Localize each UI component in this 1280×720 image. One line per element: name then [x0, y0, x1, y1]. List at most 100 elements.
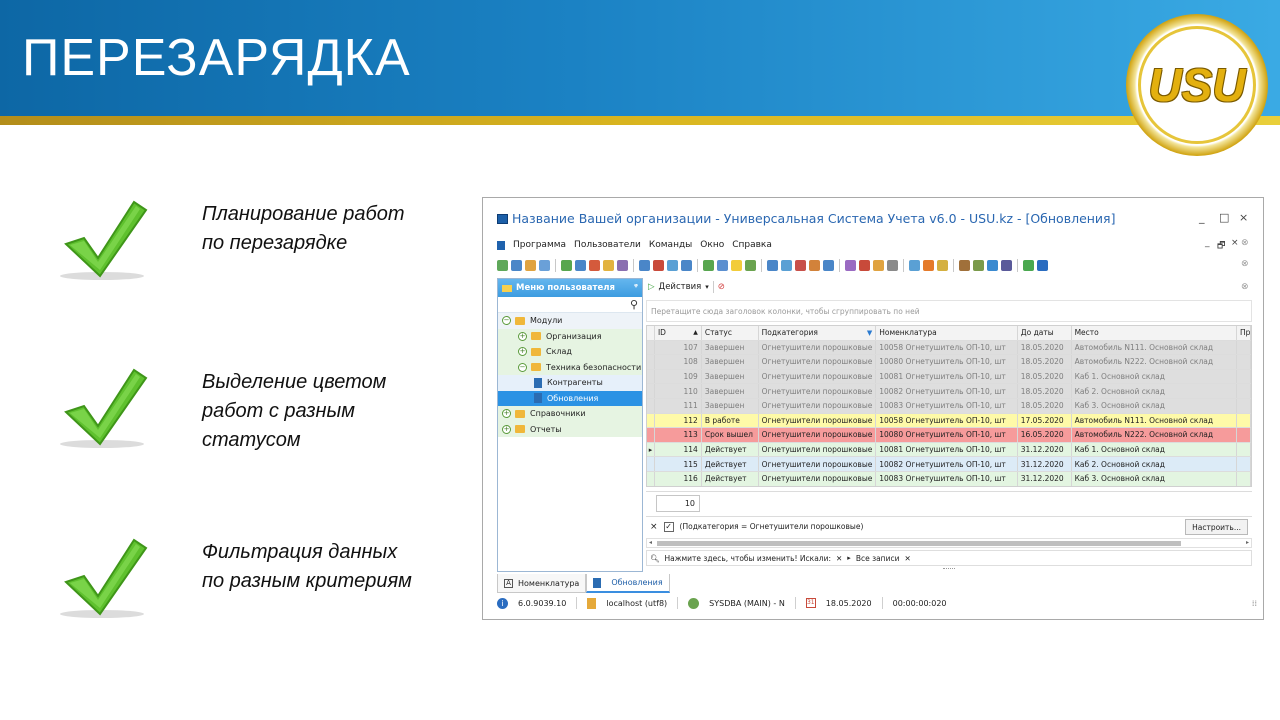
column-header[interactable]: Номенклатура — [876, 326, 1018, 340]
toolbar-button-icon[interactable] — [717, 259, 728, 271]
table-row[interactable]: 109 Завершен Огнетушители порошковые 10081 … — [647, 369, 1251, 385]
toolbar-button-icon[interactable] — [1037, 259, 1048, 271]
toolbar-button-icon[interactable] — [809, 259, 820, 271]
table-cell[interactable]: 10083 Огнетушитель ОП-10, шт — [876, 471, 1018, 486]
toolbar-button-icon[interactable] — [589, 259, 600, 271]
menu-window[interactable]: Окно — [700, 240, 724, 250]
toolbar-button-icon[interactable] — [639, 259, 650, 271]
table-cell[interactable]: Огнетушители порошковые — [759, 457, 877, 471]
table-cell[interactable]: Огнетушители порошковые — [759, 442, 877, 457]
toolbar-button-icon[interactable] — [781, 259, 792, 271]
toolbar-button-icon[interactable] — [795, 259, 806, 271]
column-header[interactable]: Статус — [702, 326, 759, 340]
toolbar-button-icon[interactable] — [731, 259, 742, 271]
menu-program[interactable]: Программа — [513, 240, 566, 250]
toolbar-button-icon[interactable] — [511, 259, 522, 271]
table-cell[interactable]: 18.05.2020 — [1018, 384, 1072, 398]
clear-all-records-icon[interactable]: ✕ — [904, 554, 910, 563]
tree-item[interactable]: + Склад — [498, 344, 642, 360]
column-header[interactable]: До даты — [1018, 326, 1072, 340]
stop-icon[interactable]: ⊘ — [718, 282, 725, 292]
table-cell[interactable] — [1237, 428, 1251, 442]
close-button[interactable]: × — [1239, 211, 1248, 224]
tab-nomenclature[interactable]: A Номенклатура — [497, 574, 587, 593]
all-records-label[interactable]: Все записи — [856, 554, 900, 563]
column-header[interactable]: Место — [1072, 326, 1237, 340]
table-cell[interactable]: 18.05.2020 — [1018, 398, 1072, 413]
toolbar-button-icon[interactable] — [859, 259, 870, 271]
clear-filter-icon[interactable]: × — [650, 522, 658, 532]
table-cell[interactable]: 18.05.2020 — [1018, 340, 1072, 355]
toolbar-button-icon[interactable] — [823, 259, 834, 271]
find-hint[interactable]: Нажмите здесь, чтобы изменить! Искали: — [665, 554, 831, 563]
actions-button[interactable]: Действия — [659, 282, 702, 292]
tree-item[interactable]: + Справочники — [498, 406, 642, 422]
scroll-left-icon[interactable]: ◂ — [649, 539, 652, 546]
expand-toggle-icon[interactable]: − — [518, 362, 527, 372]
table-cell[interactable]: Завершен — [702, 384, 759, 398]
table-cell[interactable]: 107 — [655, 340, 702, 355]
table-cell[interactable]: 31.12.2020 — [1018, 471, 1072, 486]
mdi-extra-close-icon[interactable]: ⊗ — [1241, 238, 1249, 248]
tree-item[interactable]: − Модули — [498, 313, 642, 329]
toolbar-button-icon[interactable] — [681, 259, 692, 271]
toolbar-button-icon[interactable] — [497, 259, 508, 271]
table-cell[interactable] — [1237, 369, 1251, 384]
table-cell[interactable]: Каб 2. Основной склад — [1072, 457, 1237, 471]
filter-enabled-checkbox[interactable]: ✓ — [663, 521, 674, 532]
table-cell[interactable]: 10058 Огнетушитель ОП-10, шт — [876, 413, 1018, 428]
table-cell[interactable]: 113 — [655, 428, 702, 442]
toolbar-button-icon[interactable] — [923, 259, 934, 271]
toolbar-button-icon[interactable] — [525, 259, 536, 271]
table-row[interactable]: 115 Действует Огнетушители порошковые 10082… — [647, 457, 1251, 472]
table-cell[interactable]: Действует — [702, 457, 759, 471]
table-cell[interactable]: Огнетушители порошковые — [759, 398, 877, 413]
chevron-down-icon[interactable]: ▾ — [705, 283, 709, 291]
menu-commands[interactable]: Команды — [649, 240, 692, 250]
table-row[interactable]: 107 Завершен Огнетушители порошковые 10058 … — [647, 340, 1251, 356]
expand-toggle-icon[interactable]: + — [518, 347, 527, 357]
table-cell[interactable] — [1237, 413, 1251, 428]
table-cell[interactable]: 31.12.2020 — [1018, 457, 1072, 471]
tree-item[interactable]: Контрагенты — [498, 375, 642, 391]
table-cell[interactable]: 10082 Огнетушитель ОП-10, шт — [876, 384, 1018, 398]
table-cell[interactable]: 112 — [655, 413, 702, 428]
mdi-close-button[interactable]: × — [1231, 238, 1239, 248]
table-cell[interactable]: Завершен — [702, 369, 759, 384]
minimize-button[interactable]: _ — [1199, 211, 1205, 224]
toolbar-button-icon[interactable] — [653, 259, 664, 271]
table-cell[interactable]: 109 — [655, 369, 702, 384]
toolbar-button-icon[interactable] — [873, 259, 884, 271]
user-menu-search[interactable]: ⚲ — [498, 297, 642, 313]
table-cell[interactable] — [1237, 398, 1251, 413]
toolbar-button-icon[interactable] — [617, 259, 628, 271]
column-header[interactable]: Подкатегория ▼ — [759, 326, 877, 340]
table-cell[interactable]: 108 — [655, 355, 702, 369]
menu-users[interactable]: Пользователи — [574, 240, 641, 250]
tree-item[interactable]: + Организация — [498, 328, 642, 344]
toolbar-button-icon[interactable] — [745, 259, 756, 271]
table-cell[interactable]: 10081 Огнетушитель ОП-10, шт — [876, 442, 1018, 457]
toolbar-button-icon[interactable] — [1001, 259, 1012, 271]
toolbar-button-icon[interactable] — [937, 259, 948, 271]
table-row[interactable]: 110 Завершен Огнетушители порошковые 10082 … — [647, 384, 1251, 399]
table-cell[interactable] — [1237, 340, 1251, 355]
table-row[interactable]: 111 Завершен Огнетушители порошковые 10083 … — [647, 398, 1251, 414]
table-row[interactable]: ▸ 114 Действует Огнетушители порошковые 1008… — [647, 442, 1251, 458]
table-cell[interactable]: Автомобиль N222. Основной склад — [1072, 428, 1237, 442]
pin-icon[interactable]: ᵠ — [634, 282, 638, 291]
table-cell[interactable]: 31.12.2020 — [1018, 442, 1072, 457]
table-cell[interactable]: 16.05.2020 — [1018, 428, 1072, 442]
table-row[interactable]: 116 Действует Огнетушители порошковые 10083… — [647, 471, 1251, 486]
table-cell[interactable] — [1237, 442, 1251, 457]
toolbar-button-icon[interactable] — [1023, 259, 1034, 271]
toolbar-button-icon[interactable] — [767, 259, 778, 271]
table-cell[interactable]: 18.05.2020 — [1018, 369, 1072, 384]
table-cell[interactable] — [1237, 457, 1251, 471]
horizontal-scrollbar[interactable]: ◂ ▸ — [646, 538, 1252, 548]
customize-button[interactable]: Настроить... — [1185, 519, 1248, 535]
clear-search-icon[interactable]: ✕ — [836, 554, 842, 563]
table-cell[interactable]: 10082 Огнетушитель ОП-10, шт — [876, 457, 1018, 471]
table-cell[interactable]: Каб 3. Основной склад — [1072, 471, 1237, 486]
table-cell[interactable]: Завершен — [702, 340, 759, 355]
